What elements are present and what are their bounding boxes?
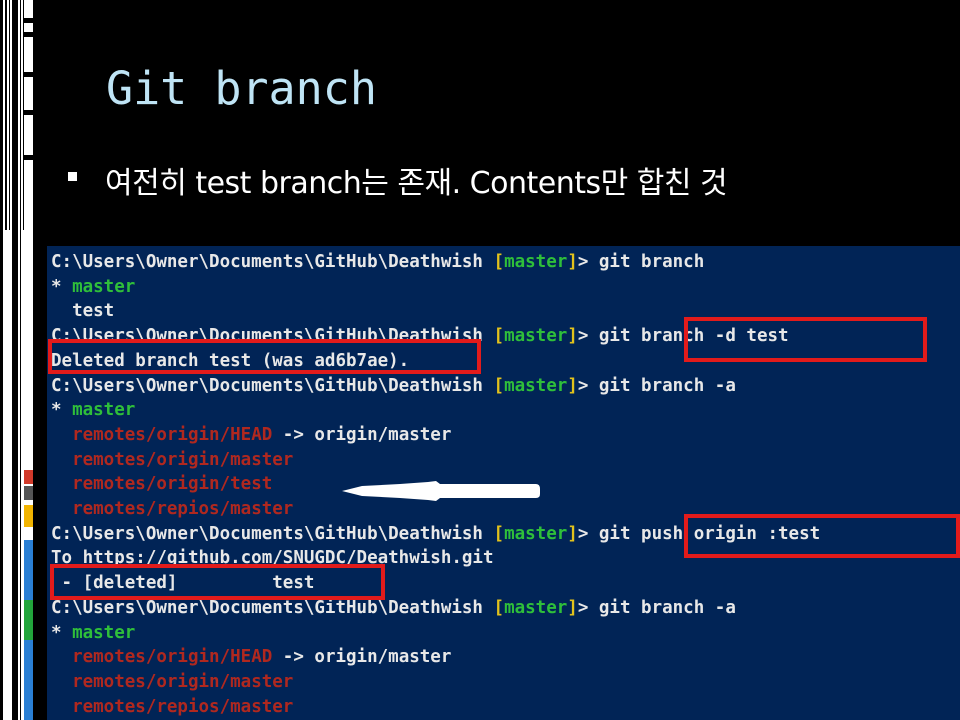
console-text: master (72, 400, 136, 421)
highlight-box-push-command (684, 514, 960, 558)
console-text: C:\Users\Owner\Documents\GitHub\Deathwis… (51, 597, 494, 618)
console-text: ] (567, 326, 578, 347)
arrow-pointer-icon (342, 481, 540, 501)
console-text: master (72, 622, 136, 643)
highlight-box-deleted-remote (50, 564, 385, 600)
console-line: remotes/origin/test (51, 473, 272, 495)
console-text: ] (567, 597, 578, 618)
console-text: remotes/origin/HEAD (72, 647, 273, 668)
console-line: remotes/origin/HEAD -> origin/master (51, 646, 451, 668)
console-text: > git branch -a (577, 375, 736, 396)
console-line: remotes/origin/HEAD -> origin/master (51, 424, 451, 446)
console-text: -> origin/master (272, 647, 452, 668)
console-text: [ (493, 523, 505, 544)
console-line: remotes/repios/master (51, 696, 293, 718)
console-line: remotes/origin/master (51, 449, 293, 471)
console-text: * (51, 276, 73, 297)
console-text: > git branch -a (577, 597, 736, 618)
console-text: C:\Users\Owner\Documents\GitHub\Deathwis… (51, 252, 494, 272)
bullet-text: 여전히 test branch는 존재. Contents만 합친 것 (105, 166, 728, 201)
highlight-box-deleted-message (48, 339, 481, 374)
console-text: C:\Users\Owner\Documents\GitHub\Deathwis… (51, 375, 494, 396)
console-text: master (72, 276, 136, 297)
console-text: remotes/origin/master (72, 449, 294, 470)
highlight-box-branch-delete-command (684, 317, 927, 362)
console-text: remotes/origin/HEAD (72, 424, 273, 445)
console-text: [ (493, 375, 505, 396)
console-text: * (51, 400, 73, 421)
console-text: remotes/repios/master (72, 696, 294, 717)
console-text: test (51, 301, 115, 322)
console-text: > git branch (577, 252, 705, 272)
console-text: [ (493, 326, 505, 347)
console-text: ] (567, 523, 578, 544)
square-bullet-icon (68, 172, 77, 181)
console-text: remotes/repios/master (72, 499, 294, 519)
console-text: ] (567, 375, 578, 396)
console-line: remotes/repios/master (51, 498, 293, 520)
console-line: remotes/origin/master (51, 671, 293, 693)
console-line: test (51, 300, 114, 322)
console-line: C:\Users\Owner\Documents\GitHub\Deathwis… (51, 597, 736, 619)
console-text: master (504, 252, 568, 272)
console-text: [ (493, 597, 505, 618)
slide-title: Git branch (106, 62, 377, 115)
console-text: master (504, 326, 568, 347)
powershell-console-screenshot: C:\Users\Owner\Documents\GitHub\Deathwis… (47, 246, 960, 720)
console-text: master (504, 523, 568, 544)
console-text: C:\Users\Owner\Documents\GitHub\Deathwis… (51, 523, 494, 544)
console-line: * master (51, 399, 135, 421)
console-line: * master (51, 622, 135, 644)
console-text: [ (493, 252, 505, 272)
console-line: C:\Users\Owner\Documents\GitHub\Deathwis… (51, 375, 736, 397)
console-text: master (504, 597, 568, 618)
console-text: remotes/origin/test (72, 474, 273, 495)
console-text: ] (567, 252, 578, 272)
console-line: * master (51, 276, 135, 298)
console-text: -> origin/master (272, 424, 452, 445)
console-line: C:\Users\Owner\Documents\GitHub\Deathwis… (51, 251, 704, 273)
console-text: * (51, 622, 73, 643)
console-text: master (504, 375, 568, 396)
console-text: remotes/origin/master (72, 671, 294, 692)
